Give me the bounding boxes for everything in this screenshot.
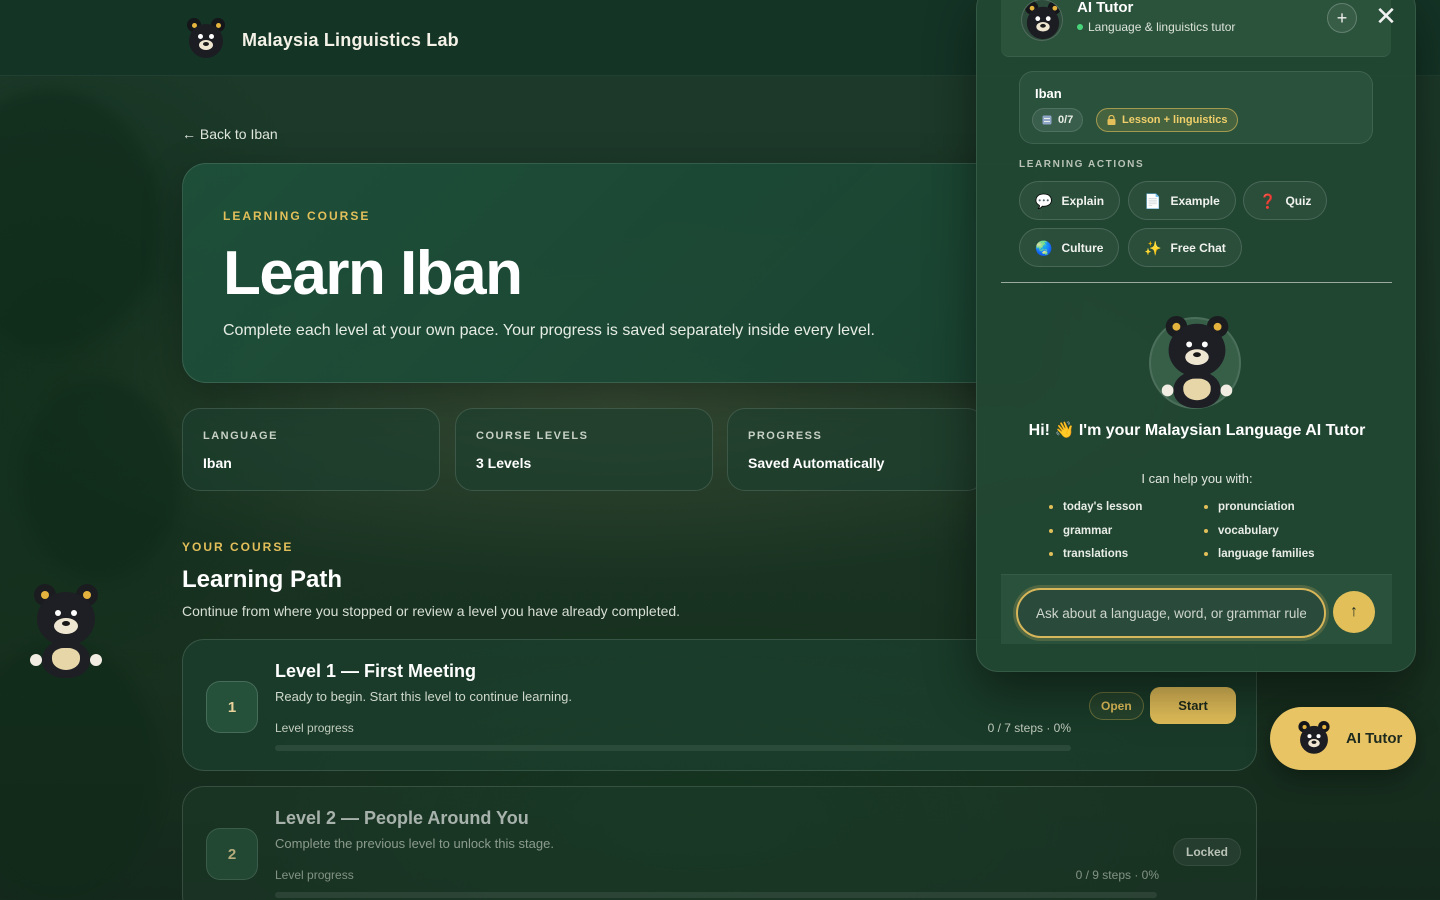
lesson-count: 0/7 bbox=[1058, 114, 1074, 126]
close-button[interactable]: ✕ bbox=[1373, 0, 1399, 33]
send-button[interactable]: ↑ bbox=[1333, 591, 1375, 633]
action-label: Culture bbox=[1061, 240, 1104, 255]
status-badge-open: Open bbox=[1089, 692, 1144, 720]
bear-mascot-icon bbox=[1160, 315, 1234, 410]
lesson-count-chip: 0/7 bbox=[1032, 108, 1084, 132]
info-card-levels: COURSE LEVELS 3 Levels bbox=[455, 408, 713, 491]
ai-tutor-toggle-button[interactable]: AI Tutor bbox=[1270, 707, 1416, 770]
ai-tutor-toggle-label: AI Tutor bbox=[1346, 730, 1403, 747]
course-hero: LEARNING COURSE Learn Iban Complete each… bbox=[182, 163, 1042, 383]
learning-actions-heading: LEARNING ACTIONS bbox=[1019, 159, 1145, 170]
help-item: translations bbox=[1049, 548, 1128, 560]
level-title: Level 1 — First Meeting bbox=[275, 661, 477, 681]
level-steps-count: 0 / 7 steps · 0% bbox=[987, 721, 1071, 735]
help-item: grammar bbox=[1049, 525, 1112, 537]
tutor-status: Language & linguistics tutor bbox=[1077, 20, 1235, 34]
brand[interactable]: Malaysia Linguistics Lab bbox=[184, 18, 459, 62]
info-card-progress: PROGRESS Saved Automatically bbox=[727, 408, 985, 491]
info-card-value: 3 Levels bbox=[476, 455, 532, 471]
sparkles-icon: ✨ bbox=[1144, 239, 1162, 256]
level-card-2: 2 Level 2 — People Around You Complete t… bbox=[182, 786, 1257, 900]
level-title: Level 2 — People Around You bbox=[275, 808, 529, 828]
lesson-chip-label: Lesson + linguistics bbox=[1122, 114, 1228, 126]
welcome-avatar bbox=[1149, 315, 1241, 410]
hero-eyebrow: LEARNING COURSE bbox=[223, 209, 371, 223]
level-steps-count: 0 / 9 steps · 0% bbox=[1075, 868, 1159, 882]
start-button[interactable]: Start bbox=[1150, 687, 1236, 724]
level-progress-bar bbox=[275, 745, 1071, 751]
lesson-context-card: Iban 0/7 Lesson + linguistics bbox=[1019, 71, 1373, 144]
welcome-title: Hi! 👋 I'm your Malaysian Language AI Tut… bbox=[1028, 422, 1366, 439]
bear-avatar-icon bbox=[1022, 1, 1062, 40]
arrow-up-icon: ↑ bbox=[1350, 603, 1358, 620]
help-item: today's lesson bbox=[1049, 501, 1142, 513]
info-card-label: LANGUAGE bbox=[203, 430, 278, 442]
checklist-icon bbox=[1042, 115, 1052, 125]
context-title: Iban bbox=[1035, 86, 1062, 101]
ai-tutor-panel: AI Tutor Language & linguistics tutor + … bbox=[976, 0, 1416, 672]
foliage-decoration bbox=[20, 380, 180, 580]
level-number-badge: 2 bbox=[206, 828, 258, 880]
tutor-title: AI Tutor bbox=[1077, 0, 1134, 16]
info-card-value: Iban bbox=[203, 455, 232, 471]
action-label: Example bbox=[1170, 193, 1220, 208]
level-number-badge: 1 bbox=[206, 681, 258, 733]
culture-button[interactable]: 🌏 Culture bbox=[1019, 228, 1120, 267]
info-card-value: Saved Automatically bbox=[748, 455, 885, 471]
page-title: Learn Iban bbox=[223, 239, 523, 308]
course-eyebrow: YOUR COURSE bbox=[182, 540, 294, 554]
level-description: Complete the previous level to unlock th… bbox=[275, 836, 554, 851]
learning-path-title: Learning Path bbox=[182, 566, 343, 593]
document-icon: 📄 bbox=[1144, 192, 1162, 209]
help-item: language families bbox=[1204, 548, 1315, 560]
level-progress-bar bbox=[275, 892, 1157, 898]
new-chat-button[interactable]: + bbox=[1327, 3, 1357, 33]
bear-logo-icon bbox=[184, 18, 228, 62]
action-label: Free Chat bbox=[1170, 240, 1226, 255]
tutor-header: AI Tutor Language & linguistics tutor + … bbox=[1001, 0, 1397, 57]
level-progress-label: Level progress bbox=[275, 721, 354, 735]
foliage-decoration bbox=[0, 90, 160, 350]
divider bbox=[1001, 282, 1392, 283]
speech-bubble-icon: 💬 bbox=[1035, 192, 1053, 209]
globe-icon: 🌏 bbox=[1035, 239, 1053, 256]
info-card-label: COURSE LEVELS bbox=[476, 430, 589, 442]
info-card-label: PROGRESS bbox=[748, 430, 823, 442]
plus-icon: + bbox=[1336, 7, 1348, 28]
tutor-question-input[interactable] bbox=[1016, 588, 1326, 638]
help-item: vocabulary bbox=[1204, 525, 1279, 537]
example-button[interactable]: 📄 Example bbox=[1128, 181, 1236, 220]
tutor-avatar bbox=[1021, 0, 1063, 41]
welcome-subtitle: I can help you with: bbox=[1141, 471, 1253, 486]
info-card-language: LANGUAGE Iban bbox=[182, 408, 440, 491]
back-link[interactable]: ← Back to Iban bbox=[182, 126, 278, 142]
learning-path-subtitle: Continue from where you stopped or revie… bbox=[182, 603, 681, 619]
close-icon: ✕ bbox=[1375, 0, 1397, 31]
explain-button[interactable]: 💬 Explain bbox=[1019, 181, 1121, 220]
quiz-button[interactable]: ❓ Quiz bbox=[1243, 181, 1328, 220]
brand-title: Malaysia Linguistics Lab bbox=[242, 29, 459, 50]
lock-icon bbox=[1107, 115, 1116, 125]
hero-description: Complete each level at your own pace. Yo… bbox=[223, 322, 875, 339]
action-label: Explain bbox=[1061, 193, 1105, 208]
tutor-input-bar: ↑ bbox=[1001, 574, 1392, 644]
online-status-dot-icon bbox=[1077, 24, 1083, 30]
free-chat-button[interactable]: ✨ Free Chat bbox=[1128, 228, 1242, 267]
tutor-status-text: Language & linguistics tutor bbox=[1088, 20, 1236, 34]
lesson-linguistics-chip: Lesson + linguistics bbox=[1096, 108, 1239, 132]
bear-icon bbox=[1296, 720, 1332, 756]
bear-mascot-icon bbox=[28, 584, 104, 680]
help-item: pronunciation bbox=[1204, 501, 1295, 513]
level-description: Ready to begin. Start this level to cont… bbox=[275, 689, 573, 704]
level-progress-label: Level progress bbox=[275, 868, 354, 882]
question-mark-icon: ❓ bbox=[1259, 192, 1277, 209]
status-badge-locked: Locked bbox=[1173, 838, 1242, 866]
action-label: Quiz bbox=[1285, 193, 1312, 208]
